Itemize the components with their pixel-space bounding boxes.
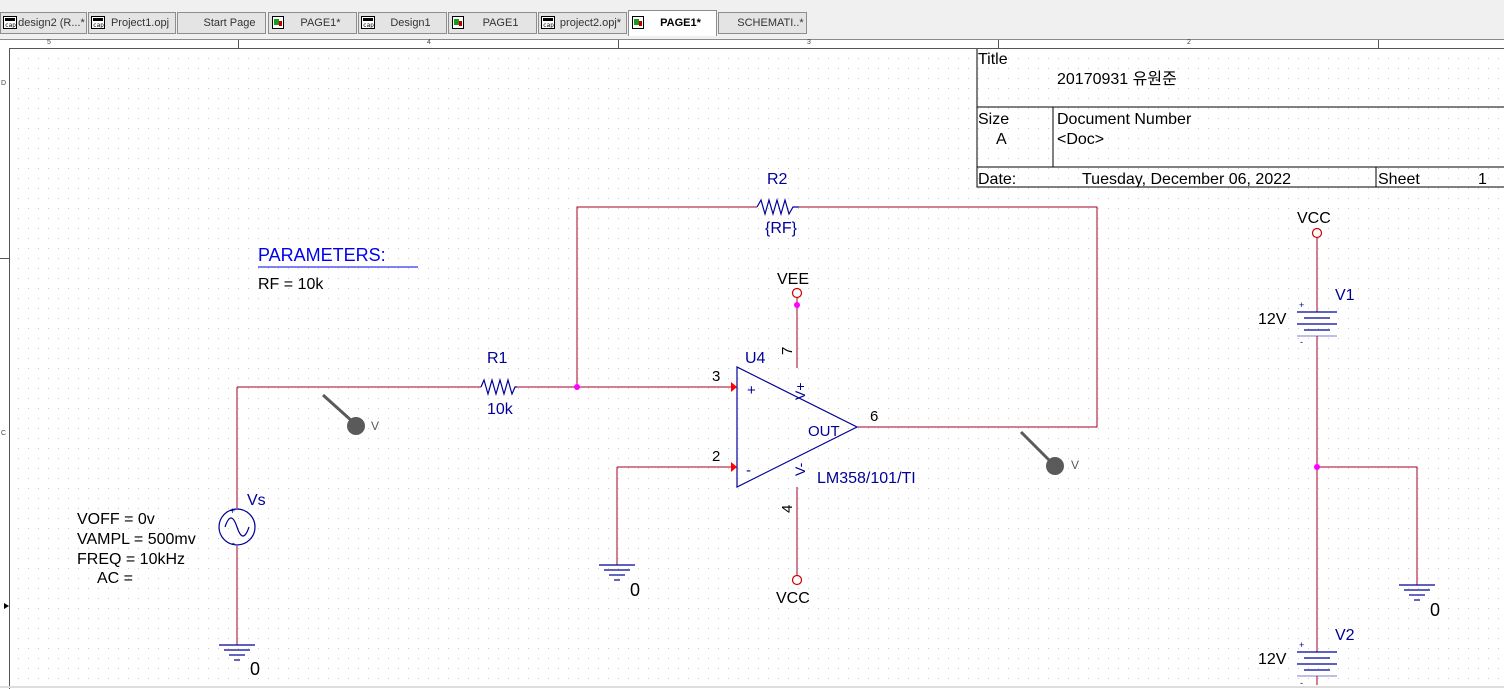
r1-value[interactable]: 10k <box>487 401 514 418</box>
pin-number-7: 7 <box>779 347 796 355</box>
title-label: Title <box>978 51 1008 68</box>
ground-label: 0 <box>1430 600 1440 620</box>
u4-part-name[interactable]: LM358/101/TI <box>817 470 916 487</box>
pin-number-2: 2 <box>712 448 720 465</box>
junction-dot <box>1314 464 1320 470</box>
vs-reference[interactable]: Vs <box>247 492 266 509</box>
grid-background <box>10 49 1504 685</box>
svg-text:-: - <box>232 538 235 548</box>
size-label: Size <box>978 111 1009 128</box>
size-value: A <box>996 131 1007 148</box>
r2-reference[interactable]: R2 <box>767 171 788 188</box>
ground-label: 0 <box>250 659 260 679</box>
vcc-right-label[interactable]: VCC <box>1297 210 1331 227</box>
date-value: Tuesday, December 06, 2022 <box>1082 171 1291 188</box>
svg-text:+: + <box>230 506 235 516</box>
vcc-bottom-label[interactable]: VCC <box>776 590 810 607</box>
pin-number-3: 3 <box>712 368 720 385</box>
u4-reference[interactable]: U4 <box>745 350 766 367</box>
junction-dot <box>574 384 580 390</box>
v1-value[interactable]: 12V <box>1258 311 1287 328</box>
sheet-label: Sheet <box>1378 171 1420 188</box>
vpos-pin-label: V+ <box>792 382 808 400</box>
v2-value[interactable]: 12V <box>1258 651 1287 668</box>
document-number-value: <Doc> <box>1057 131 1104 148</box>
parameter-rf[interactable]: RF = 10k <box>258 276 324 293</box>
vs-freq[interactable]: FREQ = 10kHz <box>77 551 185 568</box>
probe-label: V <box>371 419 379 433</box>
plus-input-label: + <box>747 382 756 399</box>
v1-minus: - <box>1300 337 1303 347</box>
v2-reference[interactable]: V2 <box>1335 627 1355 644</box>
vs-voff[interactable]: VOFF = 0v <box>77 511 155 528</box>
junction-dot <box>794 302 800 308</box>
v2-plus: + <box>1299 640 1304 650</box>
date-label: Date: <box>978 171 1016 188</box>
r1-reference[interactable]: R1 <box>487 350 508 367</box>
probe-label: V <box>1071 458 1079 472</box>
r2-value[interactable]: {RF} <box>765 220 798 237</box>
vs-ac[interactable]: AC = <box>97 570 133 587</box>
page-edge-marker <box>4 603 9 609</box>
vee-label[interactable]: VEE <box>777 271 809 288</box>
minus-input-label: - <box>746 462 751 479</box>
document-number-label: Document Number <box>1057 111 1192 128</box>
v1-reference[interactable]: V1 <box>1335 287 1355 304</box>
pin-number-4: 4 <box>779 505 796 513</box>
title-value: 20170931 유원준 <box>1057 70 1177 88</box>
vs-vampl[interactable]: VAMPL = 500mv <box>77 531 196 548</box>
v1-plus: + <box>1299 300 1304 310</box>
output-pin-label: OUT <box>808 423 840 440</box>
pin-number-6: 6 <box>870 408 878 425</box>
vneg-pin-label: V- <box>792 462 808 476</box>
parameters-header[interactable]: PARAMETERS: <box>258 245 386 265</box>
ground-label: 0 <box>630 580 640 600</box>
sheet-value: 1 <box>1478 171 1487 188</box>
schematic-canvas[interactable]: Title 20170931 유원준 Size A Document Numbe… <box>0 0 1504 689</box>
